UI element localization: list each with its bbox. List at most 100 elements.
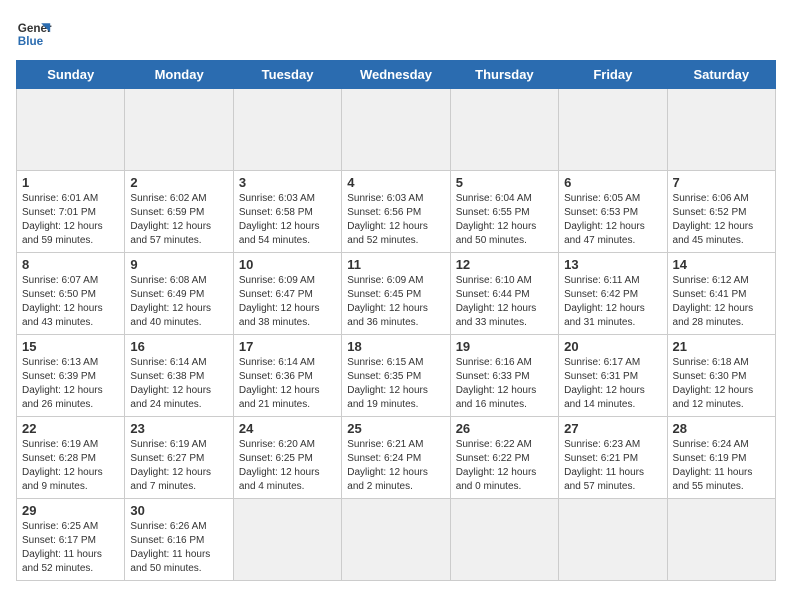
page-header: General Blue [16, 16, 776, 52]
cell-sunrise: Sunrise: 6:16 AM [456, 357, 532, 368]
calendar-cell: 23 Sunrise: 6:19 AM Sunset: 6:27 PM Dayl… [125, 417, 233, 499]
cell-minutes: and 52 minutes. [347, 235, 418, 246]
calendar-cell: 25 Sunrise: 6:21 AM Sunset: 6:24 PM Dayl… [342, 417, 450, 499]
day-number: 19 [456, 339, 553, 354]
calendar-cell: 13 Sunrise: 6:11 AM Sunset: 6:42 PM Dayl… [559, 253, 667, 335]
calendar-cell [450, 89, 558, 171]
cell-minutes: and 54 minutes. [239, 235, 310, 246]
cell-daylight: Daylight: 12 hours [239, 467, 320, 478]
cell-minutes: and 50 minutes. [456, 235, 527, 246]
cell-minutes: and 45 minutes. [673, 235, 744, 246]
day-number: 2 [130, 175, 227, 190]
cell-daylight: Daylight: 12 hours [456, 303, 537, 314]
svg-text:Blue: Blue [18, 35, 44, 48]
day-number: 9 [130, 257, 227, 272]
calendar-cell [667, 89, 775, 171]
day-number: 26 [456, 421, 553, 436]
cell-sunrise: Sunrise: 6:03 AM [239, 193, 315, 204]
weekday-header-wednesday: Wednesday [342, 61, 450, 89]
cell-sunrise: Sunrise: 6:10 AM [456, 275, 532, 286]
cell-minutes: and 33 minutes. [456, 317, 527, 328]
cell-daylight: Daylight: 12 hours [564, 221, 645, 232]
calendar-cell: 17 Sunrise: 6:14 AM Sunset: 6:36 PM Dayl… [233, 335, 341, 417]
cell-daylight: Daylight: 11 hours [564, 467, 644, 478]
calendar-cell: 9 Sunrise: 6:08 AM Sunset: 6:49 PM Dayli… [125, 253, 233, 335]
weekday-header-thursday: Thursday [450, 61, 558, 89]
calendar-week-row: 29 Sunrise: 6:25 AM Sunset: 6:17 PM Dayl… [17, 499, 776, 581]
calendar-week-row: 8 Sunrise: 6:07 AM Sunset: 6:50 PM Dayli… [17, 253, 776, 335]
weekday-header-friday: Friday [559, 61, 667, 89]
calendar-cell: 6 Sunrise: 6:05 AM Sunset: 6:53 PM Dayli… [559, 171, 667, 253]
day-number: 16 [130, 339, 227, 354]
cell-sunrise: Sunrise: 6:13 AM [22, 357, 98, 368]
cell-sunset: Sunset: 6:41 PM [673, 289, 747, 300]
weekday-header-monday: Monday [125, 61, 233, 89]
cell-daylight: Daylight: 12 hours [239, 221, 320, 232]
calendar-cell: 12 Sunrise: 6:10 AM Sunset: 6:44 PM Dayl… [450, 253, 558, 335]
cell-minutes: and 24 minutes. [130, 399, 201, 410]
cell-daylight: Daylight: 12 hours [564, 303, 645, 314]
cell-daylight: Daylight: 12 hours [564, 385, 645, 396]
cell-sunrise: Sunrise: 6:01 AM [22, 193, 98, 204]
cell-daylight: Daylight: 12 hours [673, 303, 754, 314]
calendar-cell: 3 Sunrise: 6:03 AM Sunset: 6:58 PM Dayli… [233, 171, 341, 253]
cell-sunrise: Sunrise: 6:07 AM [22, 275, 98, 286]
cell-daylight: Daylight: 12 hours [347, 385, 428, 396]
cell-sunrise: Sunrise: 6:17 AM [564, 357, 640, 368]
day-number: 3 [239, 175, 336, 190]
calendar-cell [667, 499, 775, 581]
day-number: 1 [22, 175, 119, 190]
calendar-cell: 7 Sunrise: 6:06 AM Sunset: 6:52 PM Dayli… [667, 171, 775, 253]
cell-daylight: Daylight: 12 hours [347, 303, 428, 314]
day-number: 4 [347, 175, 444, 190]
weekday-header-row: SundayMondayTuesdayWednesdayThursdayFrid… [17, 61, 776, 89]
cell-sunrise: Sunrise: 6:05 AM [564, 193, 640, 204]
cell-minutes: and 2 minutes. [347, 481, 413, 492]
cell-minutes: and 55 minutes. [673, 481, 744, 492]
cell-minutes: and 52 minutes. [22, 563, 93, 574]
cell-daylight: Daylight: 12 hours [347, 221, 428, 232]
cell-minutes: and 38 minutes. [239, 317, 310, 328]
cell-sunset: Sunset: 6:17 PM [22, 535, 96, 546]
cell-minutes: and 36 minutes. [347, 317, 418, 328]
cell-daylight: Daylight: 12 hours [347, 467, 428, 478]
cell-minutes: and 59 minutes. [22, 235, 93, 246]
cell-sunset: Sunset: 6:19 PM [673, 453, 747, 464]
day-number: 28 [673, 421, 770, 436]
calendar-cell: 11 Sunrise: 6:09 AM Sunset: 6:45 PM Dayl… [342, 253, 450, 335]
calendar-week-row: 22 Sunrise: 6:19 AM Sunset: 6:28 PM Dayl… [17, 417, 776, 499]
calendar-cell: 28 Sunrise: 6:24 AM Sunset: 6:19 PM Dayl… [667, 417, 775, 499]
cell-sunset: Sunset: 6:31 PM [564, 371, 638, 382]
cell-sunset: Sunset: 6:59 PM [130, 207, 204, 218]
cell-sunrise: Sunrise: 6:19 AM [130, 439, 206, 450]
cell-sunrise: Sunrise: 6:12 AM [673, 275, 749, 286]
calendar-cell: 20 Sunrise: 6:17 AM Sunset: 6:31 PM Dayl… [559, 335, 667, 417]
cell-daylight: Daylight: 12 hours [673, 385, 754, 396]
cell-daylight: Daylight: 12 hours [239, 303, 320, 314]
day-number: 20 [564, 339, 661, 354]
calendar-cell [125, 89, 233, 171]
day-number: 10 [239, 257, 336, 272]
calendar-cell [233, 499, 341, 581]
cell-minutes: and 9 minutes. [22, 481, 88, 492]
day-number: 6 [564, 175, 661, 190]
calendar-cell: 16 Sunrise: 6:14 AM Sunset: 6:38 PM Dayl… [125, 335, 233, 417]
calendar-cell [450, 499, 558, 581]
cell-daylight: Daylight: 12 hours [22, 221, 103, 232]
cell-minutes: and 57 minutes. [564, 481, 635, 492]
cell-minutes: and 16 minutes. [456, 399, 527, 410]
calendar-cell: 10 Sunrise: 6:09 AM Sunset: 6:47 PM Dayl… [233, 253, 341, 335]
cell-minutes: and 12 minutes. [673, 399, 744, 410]
cell-sunset: Sunset: 6:53 PM [564, 207, 638, 218]
cell-sunset: Sunset: 6:49 PM [130, 289, 204, 300]
cell-daylight: Daylight: 12 hours [456, 467, 537, 478]
cell-sunset: Sunset: 6:33 PM [456, 371, 530, 382]
calendar-cell: 1 Sunrise: 6:01 AM Sunset: 7:01 PM Dayli… [17, 171, 125, 253]
cell-sunrise: Sunrise: 6:04 AM [456, 193, 532, 204]
calendar-week-row: 1 Sunrise: 6:01 AM Sunset: 7:01 PM Dayli… [17, 171, 776, 253]
calendar-cell: 2 Sunrise: 6:02 AM Sunset: 6:59 PM Dayli… [125, 171, 233, 253]
logo: General Blue [16, 16, 52, 52]
cell-daylight: Daylight: 12 hours [22, 385, 103, 396]
calendar-table: SundayMondayTuesdayWednesdayThursdayFrid… [16, 60, 776, 581]
calendar-cell: 15 Sunrise: 6:13 AM Sunset: 6:39 PM Dayl… [17, 335, 125, 417]
